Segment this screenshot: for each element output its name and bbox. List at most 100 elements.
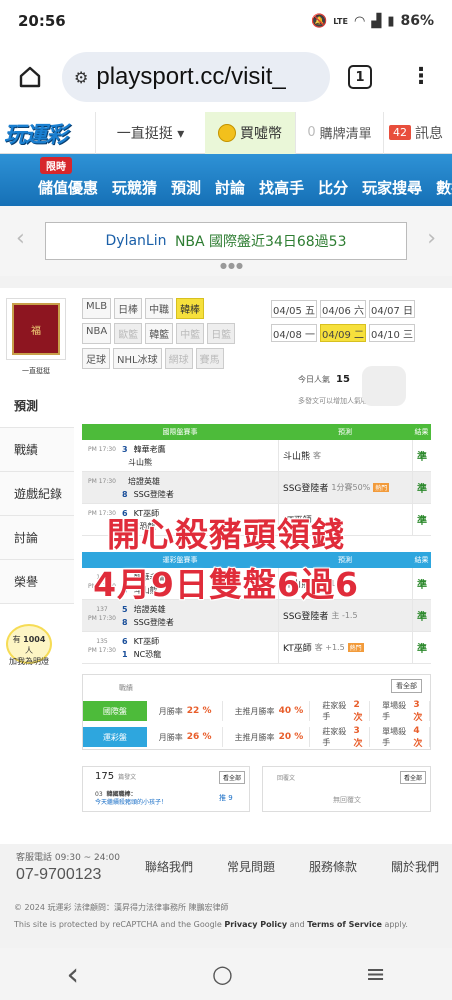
record-cell-label: 主推月勝率 [234,706,275,716]
service-phone[interactable]: 07-9700123 [16,866,101,884]
terms-of-service-link[interactable]: Terms of Service [307,920,382,929]
record-cell-label: 莊家殺手 [322,701,347,721]
recents-icon[interactable]: ≡ [366,960,386,988]
record-cell: 單場殺手 4 次 [370,725,430,749]
tab-record[interactable]: 戰績 [0,428,74,472]
record-cell: 莊家殺手 2 次 [310,700,371,723]
date-button[interactable]: 04/06 六 [320,300,366,318]
record-cell-label: 單場殺手 [382,727,407,747]
hot-badge: 熱門 [347,643,364,652]
record-cell-label: 莊家殺手 [322,727,347,747]
league-button[interactable]: 日籃 [207,323,236,344]
league-button[interactable]: 中籃 [176,323,205,344]
nav-item-play[interactable]: 玩競猜 [112,177,157,198]
address-bar[interactable]: ⚙ playsport.cc/visit_ [62,52,330,102]
league-button[interactable]: 韓棒 [176,298,205,319]
wifi-icon: ◠ [353,13,366,29]
posts-view-all-button[interactable]: 看全部 [218,771,245,784]
home-circle-icon[interactable]: ○ [212,960,233,988]
pick-note: 1分賽50% [331,483,371,492]
site-logo[interactable]: 玩運彩 [0,112,95,154]
chevron-right-icon[interactable]: › [427,226,436,251]
result-mark: 準 [412,472,431,503]
date-button[interactable]: 04/05 五 [271,300,317,318]
league-button[interactable]: 中職 [145,298,174,319]
league-button[interactable]: 網球 [164,348,193,369]
table-row: PM 17:30 3 韓華老鷹 斗山熊 斗山熊客準 [82,440,431,472]
messages-button[interactable]: 42 訊息 [383,112,448,154]
record-cell: 莊家殺手 3 次 [310,726,371,749]
pick-team: KT巫師 [283,644,312,654]
record-cell-value: 4 次 [413,725,423,749]
home-name: 斗山熊 [128,458,152,467]
user-name: 一直挺挺 [22,367,50,375]
overflow-menu-icon[interactable]: ⋮ [410,66,432,88]
buy-coins-button[interactable]: 買噓幣 [205,112,295,154]
follow-bulb[interactable]: 有 1004 人 加我為明燈 [6,624,52,666]
record-row: 國際盤 月勝率 22 % 主推月勝率 40 % 莊家殺手 2 次單場殺手 3 次 [83,699,430,723]
post-push-count: 推 9 [219,794,233,802]
record-label: 國際盤 [83,701,147,721]
result-mark: 準 [412,632,431,663]
hot-badge: 熱門 [373,483,390,492]
home-icon[interactable] [12,59,48,95]
replies-view-all-button[interactable]: 看全部 [399,771,426,784]
footer-link-contact[interactable]: 聯絡我們 [145,858,227,875]
record-cell: 主推月勝率 20 % [223,727,311,747]
away-team: 3 韓華老鷹 [122,443,278,456]
site-settings-icon[interactable]: ⚙ [74,68,88,87]
post-item[interactable]: 03 韓國職棒： 今天繼續殺豬頭的小孩子！ [95,791,167,807]
record-cell-label: 單場殺手 [382,701,407,721]
record-cell-label: 主推月勝率 [234,732,275,742]
pick-team: 斗山熊 [283,452,311,462]
footer-link-faq[interactable]: 常見問題 [227,858,309,875]
copyright: © 2024 玩運彩 法律顧問：漢昇得力法律事務所 陳鵬宏律師 [14,903,229,912]
webpage: 玩運彩 一直挺挺 ▾ 買噓幣 0 購牌清單 42 訊息 限時 儲值優惠 玩競猜 … [0,112,452,948]
record-cell-label: 月勝率 [158,732,183,742]
nav-item-topup[interactable]: 儲值優惠 [38,177,98,198]
footer-link-about[interactable]: 關於我們 [391,858,452,875]
nav-item-experts[interactable]: 找高手 [259,177,304,198]
nav-item-predict[interactable]: 預測 [171,177,201,198]
date-button[interactable]: 04/07 日 [369,300,415,318]
privacy-policy-link[interactable]: Privacy Policy [224,920,287,929]
date-button[interactable]: 04/08 一 [271,324,317,342]
nav-item-search[interactable]: 玩家搜尋 [362,177,422,198]
home-name: SSG登陸者 [133,618,174,627]
date-button[interactable]: 04/09 二 [320,324,366,342]
user-menu-dropdown[interactable]: 一直挺挺 ▾ [95,112,205,154]
home-name: SSG登陸者 [133,490,174,499]
ticker-box[interactable]: DylanLin NBA 國際盤近34日68過53 [45,222,407,260]
tab-switcher-button[interactable]: 1 [348,65,372,89]
prediction-pick: SSG登陸者 1分賽50% 熱門 [278,472,412,503]
cart-button[interactable]: 0 購牌清單 [295,112,383,154]
game-id: 137 [96,606,108,613]
nav-item-scores[interactable]: 比分 [318,177,348,198]
game-time: PM 17:30 [88,446,116,453]
recaptcha-notice: This site is protected by reCAPTCHA and … [14,920,408,929]
league-button[interactable]: 日棒 [114,298,143,319]
league-button[interactable]: 賽馬 [195,348,224,369]
site-top-nav: 玩運彩 一直挺挺 ▾ 買噓幣 0 購牌清單 42 訊息 [0,112,452,154]
league-button[interactable]: NHL冰球 [113,348,162,369]
replies-empty: 無回覆文 [333,796,361,804]
nav-item-forum[interactable]: 討論 [215,177,245,198]
record-view-all-button[interactable]: 看全部 [391,679,422,693]
record-cell-label: 月勝率 [158,706,183,716]
chevron-left-icon[interactable]: ‹ [16,226,25,251]
league-button[interactable]: 歐籃 [114,323,143,344]
nav-item-data[interactable]: 數據 [436,177,452,198]
league-button[interactable]: MLB [82,298,112,319]
mascot-image [362,366,406,406]
record-cell-value: 40 % [278,706,304,716]
league-button[interactable]: NBA [82,323,112,344]
league-button[interactable]: 足球 [82,348,110,369]
matchup: 6 KT巫師 1 NC恐龍 [122,632,278,663]
main-nav: 限時 儲值優惠 玩競猜 預測 討論 找高手 比分 玩家搜尋 數據 [0,154,452,206]
back-icon[interactable]: ‹ [66,955,79,993]
date-button[interactable]: 04/10 三 [369,324,415,342]
league-button[interactable]: 韓籃 [145,323,174,344]
footer-link-terms[interactable]: 服務條款 [309,858,391,875]
tab-predict[interactable]: 預測 [0,384,74,428]
footer-links: 聯絡我們 常見問題 服務條款 關於我們 [145,858,452,875]
